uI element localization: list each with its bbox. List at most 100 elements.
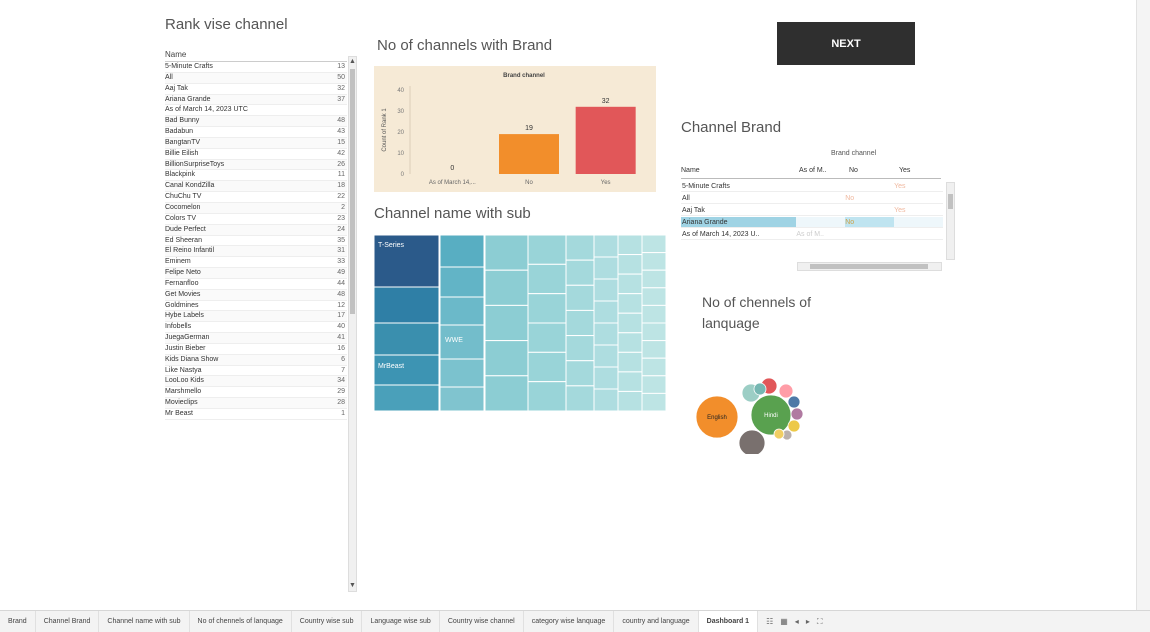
treemap-cell[interactable] [593, 388, 619, 412]
rank-row[interactable]: Justin Bieber 16 [165, 344, 347, 355]
rank-row[interactable]: 5-Minute Crafts 13 [165, 62, 347, 73]
language-bubble[interactable] [787, 395, 801, 409]
next-button[interactable]: NEXT [777, 22, 915, 65]
rank-scrollbar[interactable]: ▲ ▼ [348, 56, 357, 592]
treemap-cell[interactable] [593, 344, 619, 368]
treemap-cell[interactable] [593, 322, 619, 346]
brand-bar-chart[interactable]: Brand channel Count of Rank 1 40 30 20 10 0 0 As… [374, 66, 656, 192]
treemap-cell[interactable] [617, 390, 643, 412]
treemap-cell[interactable] [484, 234, 529, 271]
scroll-down-icon[interactable]: ▼ [349, 581, 356, 591]
treemap-cell[interactable] [439, 234, 485, 268]
bar[interactable] [575, 106, 636, 174]
rank-row[interactable]: Ed Sheeran 35 [165, 236, 347, 247]
rank-row[interactable]: As of March 14, 2023 UTC [165, 105, 347, 117]
rank-row[interactable]: El Reino Infantil 31 [165, 246, 347, 258]
treemap-cell[interactable] [641, 234, 667, 254]
rank-row[interactable]: Billie Eilish 42 [165, 149, 347, 160]
treemap-cell[interactable] [565, 234, 595, 261]
rank-row[interactable]: Colors TV 23 [165, 214, 347, 225]
rank-row[interactable]: Infobells 40 [165, 322, 347, 334]
treemap-cell[interactable] [484, 340, 529, 377]
col-name[interactable]: Name [681, 167, 799, 178]
treemap-cell[interactable] [641, 287, 667, 306]
treemap-cell[interactable] [565, 309, 595, 337]
sheet-tab[interactable]: Country wise sub [292, 611, 363, 632]
treemap-cell[interactable] [641, 269, 667, 289]
rank-list[interactable]: Name 5-Minute Crafts 13 All 50 Aaj Tak 32 Aria… [165, 46, 360, 594]
treemap-cell[interactable] [565, 385, 595, 412]
scroll-thumb[interactable] [350, 69, 355, 314]
treemap-cell[interactable] [617, 312, 643, 334]
treemap-cell[interactable] [527, 351, 567, 383]
rank-column-header[interactable]: Name [165, 46, 347, 62]
treemap-cell[interactable] [527, 381, 567, 412]
brand-table-row[interactable]: Aaj Tak Yes [681, 205, 943, 216]
sheet-tab[interactable]: Dashboard 1 [698, 611, 759, 632]
language-bubble[interactable] [790, 407, 804, 421]
treemap-cell[interactable] [617, 293, 643, 314]
treemap-cell[interactable] [617, 351, 643, 373]
treemap-cell[interactable] [617, 332, 643, 353]
bar[interactable] [499, 134, 559, 174]
treemap-cell[interactable] [641, 357, 667, 377]
sheet-tab[interactable]: country and language [614, 611, 699, 632]
rank-row[interactable]: JuegaGerman 41 [165, 333, 347, 344]
fit-icon[interactable]: ⛶ [817, 617, 823, 627]
treemap-cell[interactable] [617, 254, 643, 275]
treemap-cell[interactable] [565, 360, 595, 387]
sheet-tab[interactable]: Country wise channel [440, 611, 524, 632]
language-bubble[interactable] [753, 382, 767, 396]
treemap-cell[interactable] [527, 263, 567, 295]
treemap-cell[interactable] [373, 354, 440, 386]
rank-row[interactable]: Goldmines 12 [165, 301, 347, 312]
treemap-cell[interactable] [617, 273, 643, 295]
brand-table-row[interactable]: Ariana Grande No [681, 217, 943, 228]
treemap-cell[interactable] [641, 252, 667, 271]
treemap-cell[interactable] [373, 322, 440, 356]
treemap-cell[interactable] [484, 375, 529, 412]
language-bubble[interactable] [773, 428, 785, 440]
treemap-cell[interactable] [565, 335, 595, 362]
rank-row[interactable]: ChuChu TV 22 [165, 192, 347, 203]
rank-row[interactable]: Like Nastya 7 [165, 366, 347, 377]
rank-row[interactable]: Blackpink 11 [165, 170, 347, 182]
rank-row[interactable]: Badabun 43 [165, 127, 347, 138]
rank-row[interactable]: Mr Beast 1 [165, 409, 347, 420]
treemap-cell[interactable] [527, 322, 567, 353]
treemap-cell[interactable] [484, 269, 529, 306]
rank-row[interactable]: Movieclips 28 [165, 398, 347, 409]
treemap-cell[interactable] [439, 266, 485, 298]
filmstrip-icon[interactable]: ▦ [780, 617, 788, 627]
channel-sub-treemap[interactable]: T-Series MrBeast WWE [373, 234, 667, 412]
scroll-up-icon[interactable]: ▲ [349, 57, 356, 67]
brand-table-vscroll[interactable] [946, 182, 955, 260]
rank-row[interactable]: Eminem 33 [165, 257, 347, 269]
treemap-cell[interactable] [593, 278, 619, 302]
rank-row[interactable]: Hybe Labels 17 [165, 311, 347, 323]
treemap-cell[interactable] [527, 293, 567, 324]
rank-row[interactable]: Canal KondZilla 18 [165, 181, 347, 193]
treemap-cell[interactable] [439, 386, 485, 412]
sheet-tab[interactable]: category wise lanquage [524, 611, 615, 632]
language-bubble[interactable] [738, 429, 766, 457]
treemap-cell[interactable] [641, 340, 667, 359]
rank-row[interactable]: BangtanTV 15 [165, 137, 347, 149]
treemap-cell[interactable] [617, 371, 643, 392]
treemap-cell[interactable] [641, 392, 667, 412]
sheet-tab[interactable]: Language wise sub [362, 611, 440, 632]
brand-table-hscroll[interactable] [797, 262, 942, 271]
rank-row[interactable]: Kids Diana Show 6 [165, 354, 347, 366]
rank-row[interactable]: Cocomelon 2 [165, 202, 347, 214]
rank-row[interactable]: Bad Bunny 48 [165, 116, 347, 128]
language-bubble-chart[interactable]: English Hindi [693, 372, 813, 457]
rank-row[interactable]: Felipe Neto 49 [165, 268, 347, 279]
rank-row[interactable]: All 50 [165, 72, 347, 84]
rank-row[interactable]: LooLoo Kids 34 [165, 376, 347, 388]
treemap-cell[interactable] [439, 296, 485, 326]
treemap-cell[interactable] [484, 304, 529, 342]
prev-tab-icon[interactable]: ◂ [795, 617, 799, 627]
col-no[interactable]: No [849, 167, 899, 178]
rank-row[interactable]: Dude Perfect 24 [165, 224, 347, 236]
rank-row[interactable]: Fernanfloo 44 [165, 279, 347, 290]
